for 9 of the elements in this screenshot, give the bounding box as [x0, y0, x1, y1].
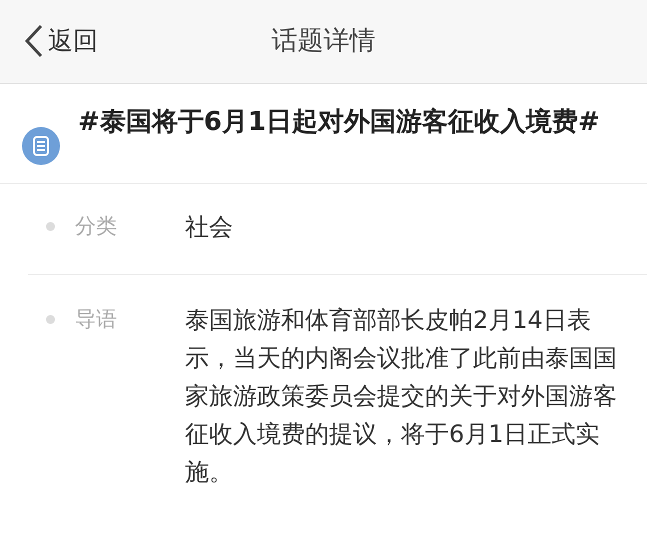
field-value: 社会 — [185, 212, 234, 243]
topic-list-icon — [22, 127, 60, 165]
field-value: 泰国旅游和体育部部长皮帕2月14日表示，当天的内阁会议批准了此前由泰国国家旅游政策委员会提交的关于对外国游客征收入境费的提议，将于6月1日正式实施。 — [185, 305, 618, 488]
page-title: 话题详情 — [272, 25, 376, 58]
topic-title: #泰国将于6月1日起对外国游客征收入境费# — [78, 106, 601, 139]
field-label: 导语 — [75, 306, 118, 333]
back-icon — [24, 24, 44, 58]
back-button[interactable]: 返回 — [24, 22, 98, 60]
field-label: 分类 — [75, 213, 118, 240]
